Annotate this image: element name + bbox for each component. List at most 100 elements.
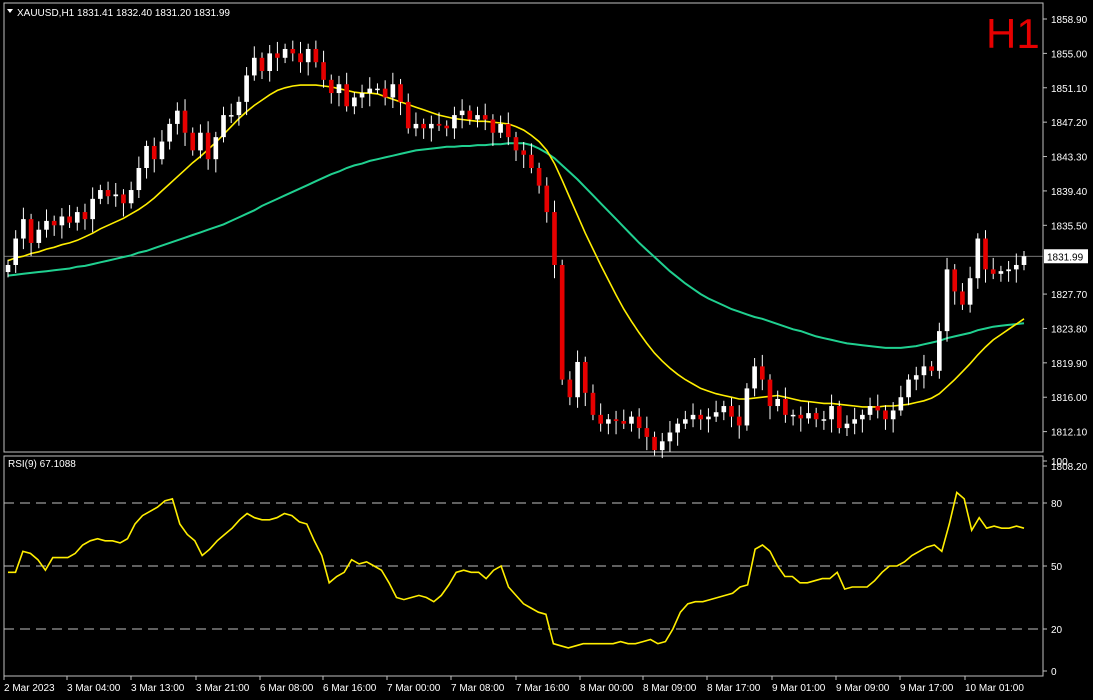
candle-body	[1021, 256, 1027, 265]
candle-body	[636, 416, 642, 429]
candle-body	[852, 419, 857, 424]
candle-body	[659, 441, 665, 451]
candle-body	[221, 115, 226, 138]
candle-body	[205, 132, 211, 160]
candle-body	[860, 414, 865, 420]
candle-body	[82, 212, 88, 220]
candle-body	[713, 412, 719, 417]
candle-body	[944, 269, 950, 332]
candle-body	[90, 198, 95, 220]
candle-body	[683, 419, 688, 424]
candle-body	[51, 220, 57, 226]
candle-body	[382, 88, 388, 98]
candle-body	[883, 410, 888, 420]
candle-body	[436, 123, 442, 126]
time-tick-label: 10 Mar 01:00	[965, 683, 1024, 694]
chart-frames	[3, 2, 1044, 677]
candle-body	[59, 216, 65, 226]
candle-body	[236, 101, 242, 116]
candle-body	[151, 145, 157, 160]
candle-body	[629, 416, 634, 424]
candle-body	[729, 406, 734, 417]
candle-body	[521, 150, 527, 155]
candle-body	[282, 48, 288, 58]
candle-body	[213, 137, 219, 160]
candle-body	[767, 379, 773, 407]
candle-body	[113, 194, 119, 197]
candle-body	[36, 229, 42, 243]
candle-body	[405, 101, 411, 129]
candle-body	[352, 97, 357, 107]
candle-body	[13, 238, 19, 265]
timeframe-badge: H1	[986, 10, 1040, 57]
candle-body	[736, 416, 742, 426]
candle-body	[752, 366, 757, 389]
candle-body	[28, 219, 34, 243]
rsi-tick-label: 20	[1051, 625, 1063, 636]
candlesticks	[5, 40, 1027, 459]
candle-body	[5, 264, 11, 273]
candle-body	[429, 123, 434, 129]
candle-body	[721, 406, 727, 413]
candle-body	[998, 271, 1004, 274]
time-tick-label: 9 Mar 17:00	[900, 683, 954, 694]
price-tick-label: 1843.30	[1051, 153, 1088, 164]
candle-body	[267, 53, 273, 72]
rsi-tick-label: 50	[1051, 562, 1063, 573]
time-axis: 2 Mar 2023 3 Mar 04:00 3 Mar 13:00 3 Mar 21…	[3, 676, 1024, 694]
candle-body	[937, 331, 942, 371]
price-tick-label: 1812.10	[1051, 428, 1088, 439]
candle-body	[321, 62, 326, 80]
candle-body	[990, 269, 996, 274]
chart-canvas: 1858.90 1855.00 1851.10 1847.20 1843.30 1839.…	[3, 2, 1088, 694]
rsi-label: RSI(9) 67.1088	[8, 459, 76, 470]
candle-body	[513, 137, 519, 151]
candle-body	[813, 413, 819, 420]
candle-body	[598, 414, 603, 424]
candle-body	[121, 194, 126, 204]
time-tick-label: 8 Mar 17:00	[707, 683, 761, 694]
candle-body	[582, 361, 588, 393]
price-tick-label: 1839.40	[1051, 187, 1088, 198]
candle-body	[890, 410, 896, 420]
candle-body	[652, 436, 657, 451]
rsi-line	[8, 491, 1025, 649]
price-tick-label: 1823.80	[1051, 324, 1088, 335]
candle-body	[829, 406, 834, 420]
candle-body	[1013, 264, 1019, 270]
candle-body	[698, 414, 704, 420]
candle-body	[421, 123, 426, 129]
candle-body	[975, 238, 981, 279]
candle-body	[198, 132, 203, 151]
candle-body	[967, 278, 973, 305]
time-tick-label: 7 Mar 16:00	[516, 683, 570, 694]
candle-body	[675, 423, 680, 433]
candle-body	[21, 219, 26, 239]
candle-body	[167, 123, 172, 142]
candle-body	[960, 291, 965, 305]
candle-body	[1006, 269, 1011, 272]
candle-body	[336, 84, 342, 94]
candle-body	[175, 110, 180, 124]
collapse-triangle-icon[interactable]	[7, 9, 13, 13]
candle-body	[98, 190, 103, 199]
candle-body	[475, 115, 480, 120]
time-tick-label: 3 Mar 04:00	[67, 683, 121, 694]
candle-body	[505, 123, 511, 138]
candle-body	[159, 141, 165, 160]
time-tick-label: 3 Mar 21:00	[196, 683, 250, 694]
candle-body	[498, 123, 503, 133]
candle-body	[783, 398, 788, 415]
candle-body	[529, 154, 534, 168]
time-tick-label: 7 Mar 08:00	[451, 683, 505, 694]
candle-body	[621, 421, 627, 424]
price-tick-label: 1827.70	[1051, 290, 1088, 301]
time-tick-label: 3 Mar 13:00	[131, 683, 185, 694]
time-tick-label: 8 Mar 09:00	[643, 683, 697, 694]
candle-body	[790, 414, 796, 417]
candle-body	[444, 125, 450, 129]
candle-body	[136, 168, 142, 191]
candle-body	[298, 53, 303, 63]
candle-body	[74, 212, 80, 223]
time-tick-label: 6 Mar 16:00	[323, 683, 377, 694]
